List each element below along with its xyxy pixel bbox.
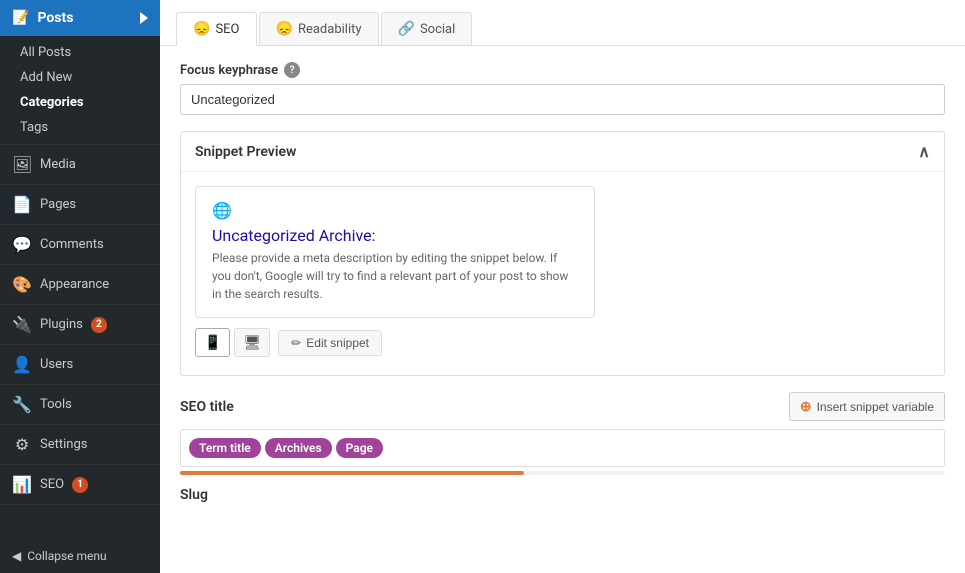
- focus-keyphrase-input[interactable]: [180, 84, 945, 115]
- seo-title-label: SEO title: [180, 399, 234, 415]
- snippet-link-title[interactable]: Uncategorized Archive:: [212, 226, 578, 245]
- sidebar-item-seo-label: SEO: [40, 477, 64, 492]
- insert-snippet-label: Insert snippet variable: [817, 400, 934, 414]
- posts-icon: 📝: [12, 10, 29, 26]
- sidebar-item-appearance[interactable]: 🎨 Appearance: [0, 265, 160, 305]
- seo-title-tags-bar: Term title Archives Page: [180, 429, 945, 467]
- sidebar-item-users-label: Users: [40, 357, 73, 372]
- sidebar-item-media[interactable]: 🖼 Media: [0, 145, 160, 185]
- sidebar-item-categories[interactable]: Categories: [0, 90, 160, 115]
- tools-icon: 🔧: [12, 395, 32, 414]
- sidebar-item-add-new[interactable]: Add New: [0, 65, 160, 90]
- sidebar: 📝 Posts All Posts Add New Categories Tag…: [0, 0, 160, 573]
- globe-icon: 🌐: [212, 201, 578, 220]
- tag-page: Page: [336, 438, 383, 458]
- sidebar-item-plugins[interactable]: 🔌 Plugins 2: [0, 305, 160, 345]
- desktop-icon: 🖥: [243, 334, 261, 350]
- seo-badge: 1: [72, 477, 88, 493]
- plugins-icon: 🔌: [12, 315, 32, 334]
- sidebar-item-plugins-label: Plugins: [40, 317, 83, 332]
- snippet-description: Please provide a meta description by edi…: [212, 249, 578, 303]
- snippet-card: 🌐 Uncategorized Archive: Please provide …: [195, 186, 595, 318]
- social-tab-icon: 🔗: [398, 21, 415, 37]
- plus-icon: ⊕: [800, 398, 812, 415]
- tag-archives: Archives: [265, 438, 332, 458]
- plugins-badge: 2: [91, 317, 107, 333]
- desktop-view-button[interactable]: 🖥: [234, 328, 270, 357]
- focus-keyphrase-help-icon[interactable]: ?: [284, 62, 300, 78]
- seo-tab-icon: 😞: [193, 21, 210, 37]
- tag-term-title: Term title: [189, 438, 261, 458]
- media-icon: 🖼: [12, 155, 32, 174]
- sidebar-item-comments-label: Comments: [40, 237, 104, 252]
- sidebar-header-label: Posts: [37, 10, 73, 26]
- sidebar-item-tools[interactable]: 🔧 Tools: [0, 385, 160, 425]
- seo-tab-label: SEO: [215, 22, 239, 37]
- social-tab-label: Social: [420, 22, 455, 37]
- comments-icon: 💬: [12, 235, 32, 254]
- main-content: 😞 SEO 😞 Readability 🔗 Social Focus keyph…: [160, 0, 965, 573]
- collapse-icon: ◀: [12, 549, 21, 563]
- sidebar-item-comments[interactable]: 💬 Comments: [0, 225, 160, 265]
- sidebar-header-arrow: [140, 12, 148, 24]
- mobile-view-button[interactable]: 📱: [195, 328, 230, 357]
- appearance-icon: 🎨: [12, 275, 32, 294]
- sidebar-item-media-label: Media: [40, 157, 76, 172]
- sidebar-item-appearance-label: Appearance: [40, 277, 109, 292]
- sidebar-item-seo[interactable]: 📊 SEO 1: [0, 465, 160, 505]
- focus-keyphrase-label: Focus keyphrase ?: [180, 62, 945, 78]
- content-area: Focus keyphrase ? Snippet Preview ∧ 🌐 Un…: [160, 46, 965, 573]
- slug-label: Slug: [180, 487, 945, 503]
- snippet-preview-header[interactable]: Snippet Preview ∧: [181, 132, 944, 172]
- seo-title-progress-bar-wrap: [180, 471, 945, 475]
- sidebar-item-pages[interactable]: 📄 Pages: [0, 185, 160, 225]
- readability-tab-icon: 😞: [276, 21, 293, 37]
- insert-snippet-variable-button[interactable]: ⊕ Insert snippet variable: [789, 392, 945, 421]
- sidebar-item-settings-label: Settings: [40, 437, 87, 452]
- tab-seo[interactable]: 😞 SEO: [176, 12, 257, 46]
- pages-icon: 📄: [12, 195, 32, 214]
- sidebar-sub-menu: All Posts Add New Categories Tags: [0, 36, 160, 145]
- seo-icon: 📊: [12, 475, 32, 494]
- sidebar-item-users[interactable]: 👤 Users: [0, 345, 160, 385]
- readability-tab-label: Readability: [298, 22, 362, 37]
- chevron-up-icon: ∧: [918, 142, 930, 161]
- users-icon: 👤: [12, 355, 32, 374]
- sidebar-header[interactable]: 📝 Posts: [0, 0, 160, 36]
- sidebar-item-tools-label: Tools: [40, 397, 72, 412]
- sidebar-item-pages-label: Pages: [40, 197, 76, 212]
- seo-title-header: SEO title ⊕ Insert snippet variable: [180, 392, 945, 421]
- seo-title-progress-bar-fill: [180, 471, 524, 475]
- snippet-preview-title: Snippet Preview: [195, 144, 296, 160]
- collapse-menu[interactable]: ◀ Collapse menu: [0, 539, 160, 573]
- tabs-bar: 😞 SEO 😞 Readability 🔗 Social: [160, 0, 965, 46]
- sidebar-item-tags[interactable]: Tags: [0, 115, 160, 140]
- snippet-preview-section: Snippet Preview ∧ 🌐 Uncategorized Archiv…: [180, 131, 945, 376]
- settings-icon: ⚙: [12, 435, 32, 454]
- device-bar: 📱 🖥 ✏ Edit snippet: [195, 328, 930, 357]
- seo-title-section: SEO title ⊕ Insert snippet variable Term…: [180, 392, 945, 475]
- sidebar-item-all-posts[interactable]: All Posts: [0, 40, 160, 65]
- sidebar-item-settings[interactable]: ⚙ Settings: [0, 425, 160, 465]
- snippet-preview-body: 🌐 Uncategorized Archive: Please provide …: [181, 172, 944, 375]
- pencil-icon: ✏: [291, 336, 301, 350]
- tab-social[interactable]: 🔗 Social: [381, 12, 473, 45]
- tab-readability[interactable]: 😞 Readability: [259, 12, 379, 45]
- edit-snippet-button[interactable]: ✏ Edit snippet: [278, 330, 382, 356]
- edit-snippet-label: Edit snippet: [306, 336, 369, 350]
- collapse-label: Collapse menu: [27, 549, 106, 563]
- mobile-icon: 📱: [204, 334, 221, 350]
